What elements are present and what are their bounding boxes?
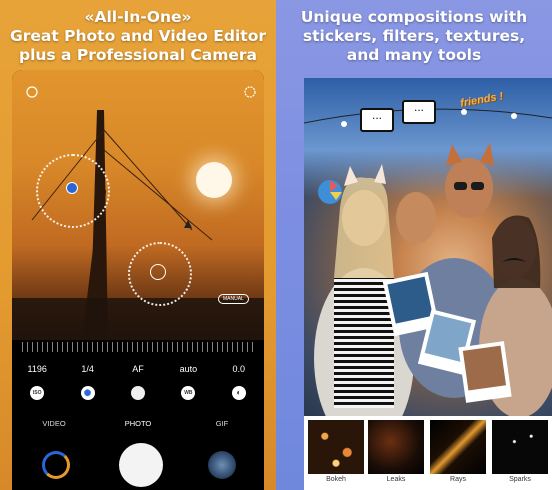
speech-bubble-sticker[interactable]: ... bbox=[360, 108, 394, 132]
sparks-preview bbox=[492, 420, 548, 474]
shutter-icon[interactable]: ✺ bbox=[80, 386, 95, 400]
shutter-value[interactable]: 1/4 bbox=[68, 364, 108, 374]
mode-video[interactable]: VIDEO bbox=[24, 419, 84, 428]
right-headline: Unique compositions with stickers, filte… bbox=[276, 8, 552, 65]
gallery-thumbnail[interactable] bbox=[208, 451, 236, 479]
headline-line-1: «All-In-One» bbox=[84, 8, 192, 26]
mode-gif[interactable]: GIF bbox=[192, 419, 252, 428]
wb-value[interactable]: auto bbox=[168, 364, 208, 374]
right-promo-panel: Unique compositions with stickers, filte… bbox=[276, 0, 552, 490]
filter-label: Leaks bbox=[386, 476, 406, 483]
filter-leaks[interactable]: Leaks bbox=[368, 420, 424, 488]
exposure-icon[interactable]: ◐ bbox=[231, 386, 246, 400]
editor-phone-screen: ... ... friends ! Bokeh Leaks Rays Spark… bbox=[304, 78, 552, 490]
mode-photo[interactable]: PHOTO bbox=[108, 419, 168, 428]
headline-line-1: Unique compositions with bbox=[300, 8, 528, 26]
headline-line-3: plus a Professional Camera bbox=[18, 46, 258, 64]
wb-icon[interactable]: WB bbox=[181, 386, 196, 400]
mode-selector: VIDEO PHOTO GIF bbox=[12, 419, 264, 428]
left-promo-panel: «All-In-One» Great Photo and Video Edito… bbox=[0, 0, 276, 490]
camera-settings-row: 1196 1/4 AF auto 0.0 bbox=[12, 364, 264, 374]
filter-bokeh[interactable]: Bokeh bbox=[308, 420, 364, 488]
camera-viewfinder[interactable]: MANUAL bbox=[12, 70, 264, 340]
filter-label: Rays bbox=[450, 476, 466, 483]
headline-line-3: and many tools bbox=[346, 46, 482, 64]
exposure-value[interactable]: 0.0 bbox=[219, 364, 259, 374]
sun bbox=[196, 162, 232, 198]
iso-icon[interactable]: ISO bbox=[30, 386, 45, 400]
exposure-handle-icon[interactable] bbox=[66, 182, 78, 194]
rays-preview bbox=[430, 420, 486, 474]
headline-line-2: Great Photo and Video Editor bbox=[9, 27, 266, 45]
speech-bubble-sticker[interactable]: ... bbox=[402, 100, 436, 124]
flash-icon bbox=[26, 86, 38, 98]
camera-setting-icons: ISO ✺ WB ◐ bbox=[12, 386, 264, 400]
filter-rays[interactable]: Rays bbox=[430, 420, 486, 488]
focus-value[interactable]: AF bbox=[118, 364, 158, 374]
timer-icon[interactable] bbox=[42, 451, 70, 479]
manual-tag[interactable]: MANUAL bbox=[218, 294, 249, 304]
shutter-button[interactable] bbox=[119, 443, 163, 487]
headline-line-2: stickers, filters, textures, bbox=[302, 27, 526, 45]
filter-sparks[interactable]: Sparks bbox=[492, 420, 548, 488]
camera-phone-screen: MANUAL 1196 1/4 AF auto 0.0 ISO ✺ WB ◐ V… bbox=[12, 70, 264, 490]
edited-photo[interactable]: ... ... friends ! bbox=[304, 78, 552, 416]
settings-icon bbox=[244, 86, 256, 98]
filter-label: Sparks bbox=[509, 476, 531, 483]
photo-people-image bbox=[304, 108, 552, 416]
af-icon[interactable] bbox=[130, 386, 145, 400]
left-headline: «All-In-One» Great Photo and Video Edito… bbox=[0, 8, 276, 65]
filter-strip: Bokeh Leaks Rays Sparks bbox=[304, 416, 552, 490]
bokeh-preview bbox=[308, 420, 364, 474]
leaks-preview bbox=[368, 420, 424, 474]
filter-label: Bokeh bbox=[326, 476, 346, 483]
iso-value[interactable]: 1196 bbox=[17, 364, 57, 374]
dial-ruler[interactable] bbox=[22, 342, 254, 352]
focus-target-icon bbox=[150, 264, 166, 280]
